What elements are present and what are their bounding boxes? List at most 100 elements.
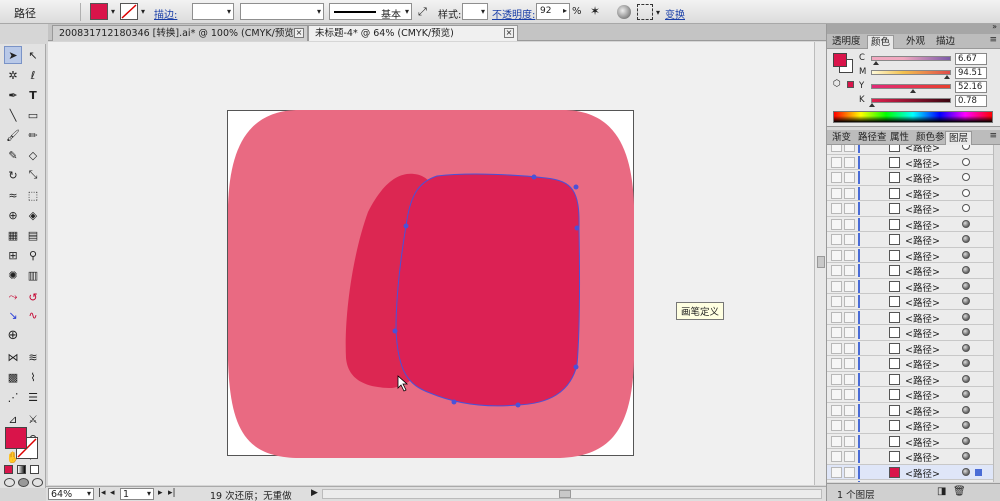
trash-icon[interactable]: 🗑: [953, 486, 966, 497]
vertical-scrollbar[interactable]: [814, 42, 826, 485]
layers-scrollbar[interactable]: [993, 145, 1000, 482]
visibility-icon[interactable]: [831, 280, 842, 292]
visibility-icon[interactable]: [831, 466, 842, 478]
slider-black[interactable]: K 0.78: [859, 95, 999, 107]
visibility-icon[interactable]: [831, 420, 842, 431]
zoom-field[interactable]: 64% ▾: [48, 488, 94, 500]
channel-marker[interactable]: [909, 89, 916, 93]
layer-row[interactable]: <路径>: [827, 216, 993, 232]
layer-row[interactable]: <路径>: [827, 145, 993, 155]
layer-row[interactable]: <路径>: [827, 309, 993, 325]
layer-row[interactable]: <路径>: [827, 294, 993, 310]
lock-toggle[interactable]: [844, 466, 855, 478]
layer-row[interactable]: <路径>: [827, 170, 993, 186]
channel-value[interactable]: 94.51: [955, 67, 987, 79]
slider-yellow[interactable]: Y 52.16: [859, 81, 999, 93]
layer-row[interactable]: <路径>: [827, 278, 993, 294]
page-field[interactable]: 1 ▾: [120, 488, 154, 500]
visibility-icon[interactable]: [831, 145, 842, 152]
lock-toggle[interactable]: [844, 327, 855, 338]
channel-marker[interactable]: [943, 75, 950, 79]
visibility-icon[interactable]: [831, 156, 842, 168]
target-icon[interactable]: [962, 250, 970, 259]
channel-value[interactable]: 6.67: [955, 53, 987, 65]
target-icon[interactable]: [962, 436, 970, 445]
target-icon[interactable]: [962, 219, 970, 228]
channel-marker[interactable]: [873, 61, 880, 65]
lock-toggle[interactable]: [844, 389, 855, 400]
visibility-icon[interactable]: [831, 296, 842, 307]
visibility-icon[interactable]: [831, 172, 842, 183]
lock-toggle[interactable]: [844, 404, 855, 416]
visibility-icon[interactable]: [831, 311, 842, 323]
visibility-icon[interactable]: [831, 358, 842, 369]
lock-toggle[interactable]: [844, 249, 855, 261]
lock-toggle[interactable]: [844, 156, 855, 168]
visibility-icon[interactable]: [831, 218, 842, 230]
visibility-icon[interactable]: [831, 389, 842, 400]
selection-indicator[interactable]: [975, 468, 982, 476]
visibility-icon[interactable]: [831, 249, 842, 261]
target-icon[interactable]: [962, 204, 970, 212]
visibility-icon[interactable]: [831, 451, 842, 462]
lock-toggle[interactable]: [844, 435, 855, 447]
layer-row[interactable]: <路径>: [827, 433, 993, 449]
next-page-icon[interactable]: ▸: [158, 488, 163, 498]
front-petal-shape[interactable]: [395, 173, 581, 407]
target-icon[interactable]: [962, 297, 970, 305]
slider-cyan[interactable]: C 6.67: [859, 53, 999, 65]
target-icon[interactable]: [962, 173, 970, 181]
visibility-icon[interactable]: [831, 435, 842, 447]
layer-row[interactable]: <路径>: [827, 232, 993, 248]
target-icon[interactable]: [962, 281, 970, 290]
panel-menu-icon[interactable]: ≡: [989, 35, 997, 45]
last-page-icon[interactable]: ▸|: [168, 488, 176, 498]
tab-attributes[interactable]: 属性: [887, 131, 912, 145]
target-icon[interactable]: [962, 145, 970, 150]
target-icon[interactable]: [962, 467, 970, 476]
tab-transparency[interactable]: 透明度: [829, 35, 864, 49]
channel-marker[interactable]: [868, 103, 875, 107]
out-of-gamut-icon[interactable]: ⬡: [833, 79, 843, 89]
lock-toggle[interactable]: [844, 342, 855, 354]
visibility-icon[interactable]: [831, 234, 842, 245]
target-icon[interactable]: [962, 405, 970, 414]
tab-pathfinder[interactable]: 路径查: [855, 131, 890, 145]
tab-appearance[interactable]: 外观: [903, 35, 928, 49]
tab-layers[interactable]: 图层: [945, 131, 973, 145]
lock-toggle[interactable]: [844, 373, 855, 385]
channel-bar[interactable]: [871, 70, 951, 75]
target-icon[interactable]: [962, 266, 970, 274]
fill-color-box[interactable]: [833, 53, 847, 67]
channel-bar[interactable]: [871, 56, 951, 61]
target-icon[interactable]: [962, 452, 970, 460]
target-icon[interactable]: [962, 374, 970, 383]
target-icon[interactable]: [962, 390, 970, 398]
layer-row[interactable]: <路径>: [827, 356, 993, 372]
layer-row[interactable]: <路径>: [827, 201, 993, 217]
lock-toggle[interactable]: [844, 203, 855, 214]
slider-magenta[interactable]: M 94.51: [859, 67, 999, 79]
channel-value[interactable]: 52.16: [955, 81, 987, 93]
layer-row[interactable]: <路径>: [827, 185, 993, 201]
layer-row[interactable]: <路径>: [827, 387, 993, 403]
channel-value[interactable]: 0.78: [955, 95, 987, 107]
target-icon[interactable]: [962, 421, 970, 429]
lock-toggle[interactable]: [844, 218, 855, 230]
target-icon[interactable]: [962, 312, 970, 321]
layer-row[interactable]: <路径>: [827, 449, 993, 465]
layer-row[interactable]: <路径>: [827, 247, 993, 263]
layer-row[interactable]: <路径>: [827, 263, 993, 279]
tab-stroke[interactable]: 描边: [933, 35, 958, 49]
visibility-icon[interactable]: [831, 265, 842, 276]
visibility-icon[interactable]: [831, 327, 842, 338]
target-icon[interactable]: [962, 359, 970, 367]
first-page-icon[interactable]: |◂: [98, 488, 106, 498]
panel-menu-icon[interactable]: ≡: [989, 131, 997, 141]
lock-toggle[interactable]: [844, 358, 855, 369]
lock-toggle[interactable]: [844, 172, 855, 183]
fill-color-box[interactable]: [5, 427, 27, 449]
visibility-icon[interactable]: [831, 203, 842, 214]
layer-row[interactable]: <路径>: [827, 371, 993, 387]
visibility-icon[interactable]: [831, 404, 842, 416]
